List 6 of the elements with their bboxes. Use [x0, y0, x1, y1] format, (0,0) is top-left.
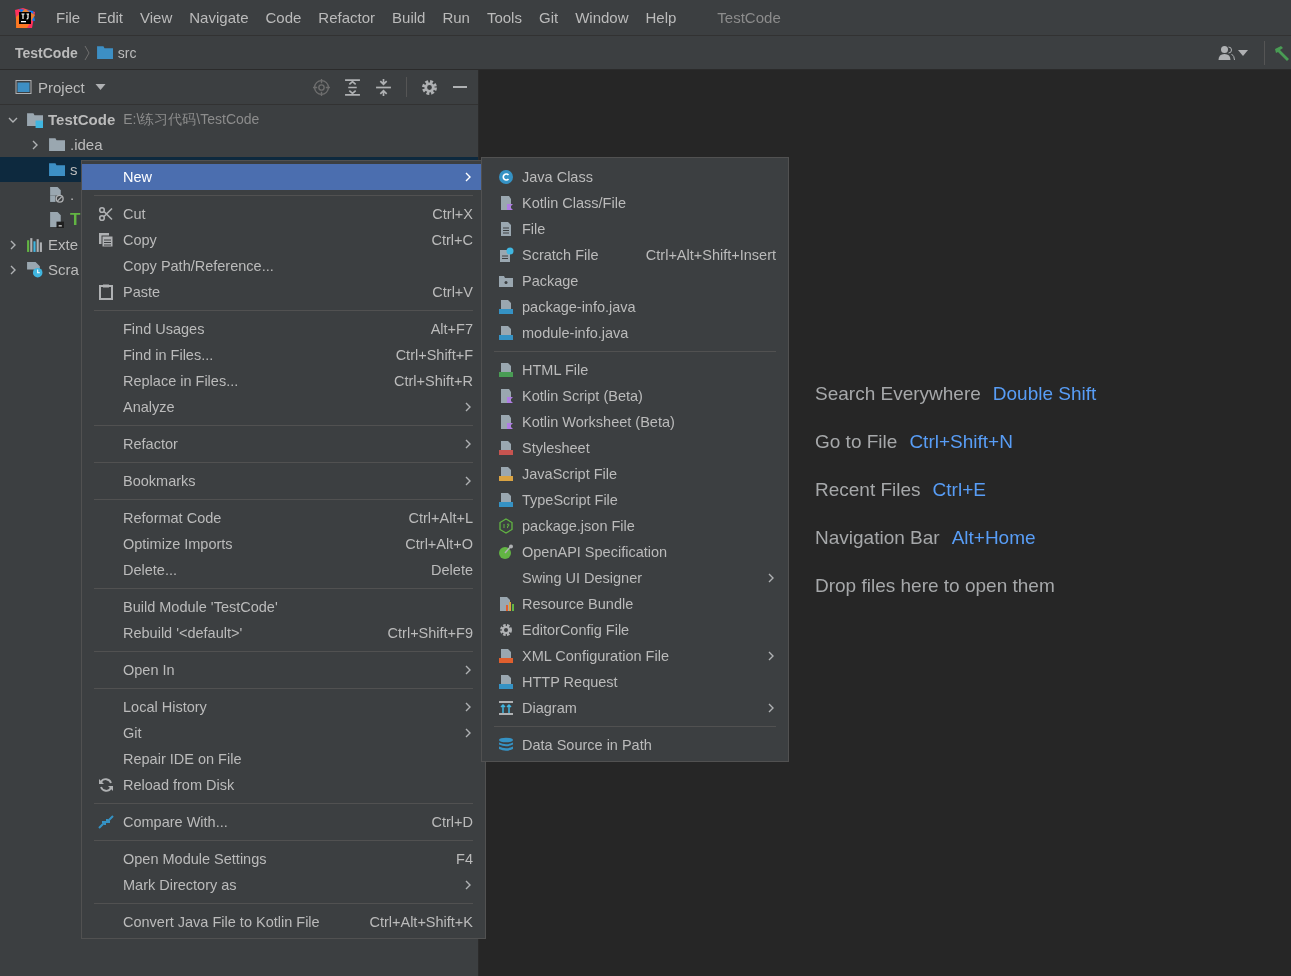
editor-hint: Go to File Ctrl+Shift+N: [815, 431, 1014, 454]
editor-hint: Recent Files Ctrl+E: [815, 479, 987, 502]
editor-hint: Search Everywhere Double Shift: [815, 383, 1098, 406]
editor-hint: Drop files here to open them: [815, 575, 1056, 598]
editor-hint: Navigation Bar Alt+Home: [815, 527, 1037, 550]
window-title: TestCode: [717, 9, 781, 26]
